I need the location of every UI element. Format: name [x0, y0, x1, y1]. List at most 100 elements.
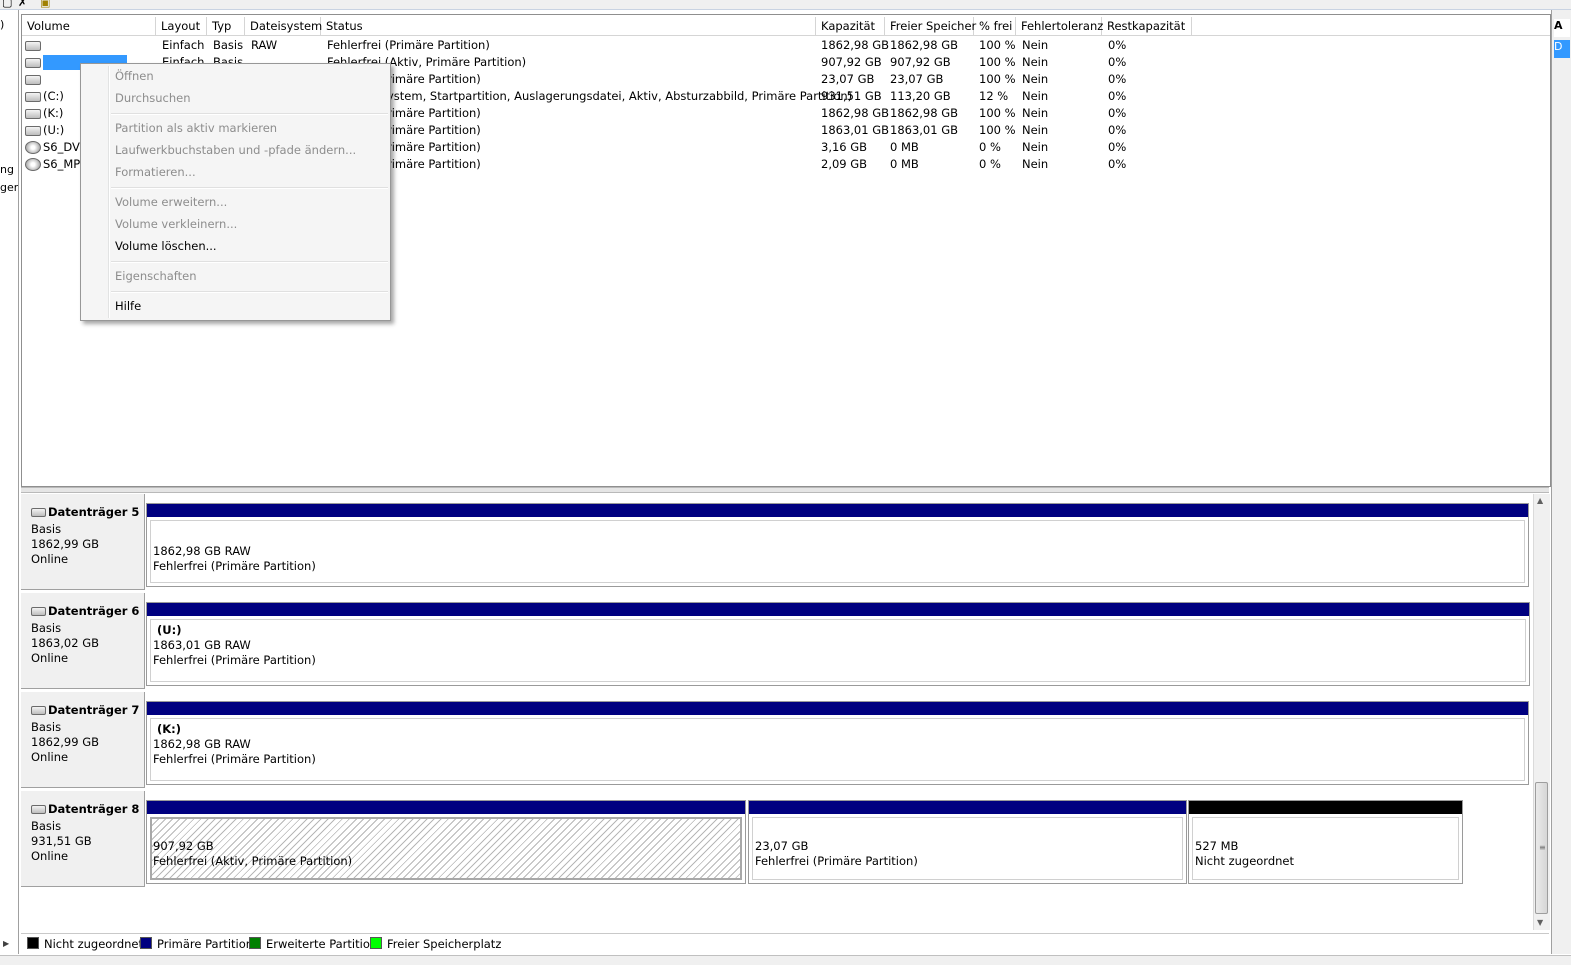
partition-block[interactable]: (K:) 1862,98 GB RAW Fehlerfrei (Primäre … — [146, 701, 1529, 785]
partition-body — [150, 520, 1525, 583]
disk-status: Online — [31, 849, 69, 863]
column-header-fehlertoleranz[interactable]: Fehlertoleranz — [1016, 17, 1103, 35]
menu-item-durchsuchen[interactable]: Durchsuchen — [115, 88, 191, 108]
disk-info[interactable]: Datenträger 5 Basis 1862,99 GB Online — [21, 494, 145, 590]
cell-kapazitaet: 1863,01 GB — [821, 123, 890, 137]
partition-type-bar — [1189, 801, 1462, 814]
cell-restkapazitaet: 0% — [1108, 55, 1127, 69]
cell-prozent-frei: 100 % — [979, 106, 1016, 120]
disk-type: Basis — [31, 621, 62, 635]
cell-fehlertoleranz: Nein — [1022, 38, 1049, 52]
column-header-volume[interactable]: Volume — [22, 17, 156, 35]
column-header-dateisystem[interactable]: Dateisystem — [245, 17, 322, 35]
partition-block[interactable]: 23,07 GB Fehlerfrei (Primäre Partition) — [748, 800, 1187, 884]
cell-fehlertoleranz: Nein — [1022, 157, 1049, 171]
disk-view-scrollbar[interactable]: ▲ ≡ ▼ — [1533, 494, 1550, 930]
cell-restkapazitaet: 0% — [1108, 89, 1127, 103]
cell-fehlertoleranz: Nein — [1022, 140, 1049, 154]
menu-item-formatieren[interactable]: Formatieren... — [115, 162, 196, 182]
legend-item: Freier Speicherplatz — [370, 937, 501, 951]
partition-state: Fehlerfrei (Aktiv, Primäre Partition) — [153, 854, 353, 868]
table-row[interactable]: Einfach Basis RAW Fehlerfrei (Primäre Pa… — [22, 37, 1550, 54]
partition-size: 23,07 GB — [755, 839, 809, 853]
disk-type: Basis — [31, 720, 62, 734]
partition-state: Fehlerfrei (Primäre Partition) — [153, 653, 316, 667]
hdd-icon — [25, 75, 41, 85]
pane-splitter[interactable] — [21, 487, 1549, 493]
cell-status: rimäre Partition) — [387, 106, 481, 120]
legend-label: Nicht zugeordnet — [44, 937, 144, 951]
legend-label: Primäre Partition — [157, 937, 254, 951]
back-icon[interactable]: ▢ — [2, 0, 12, 9]
disk-action-icon[interactable]: ▣ — [40, 0, 50, 9]
legend-label: Erweiterte Partition — [266, 937, 378, 951]
partition-state: Nicht zugeordnet — [1195, 854, 1295, 868]
menu-item-volume-verkleinern[interactable]: Volume verkleinern... — [115, 214, 237, 234]
cell-status: Fehlerfrei (Primäre Partition) — [327, 38, 490, 52]
cd-icon — [25, 141, 41, 154]
partition-type-bar — [147, 504, 1528, 517]
legend-bar: Nicht zugeordnet Primäre Partition Erwei… — [21, 933, 1549, 954]
toolbar: ▢ ✗ ▣ — [0, 0, 1571, 10]
cell-freier-speicher: 113,20 GB — [890, 89, 951, 103]
partition-letter: (U:) — [157, 623, 182, 637]
hdd-icon — [25, 126, 41, 136]
disk-title: Datenträger 7 — [31, 703, 139, 717]
menu-item-partition-aktiv[interactable]: Partition als aktiv markieren — [115, 118, 277, 138]
cell-freier-speicher: 1862,98 GB — [890, 106, 959, 120]
menu-separator — [111, 291, 388, 293]
column-header-freier-speicher[interactable]: Freier Speicher — [885, 17, 976, 35]
menu-item-volume-erweitern[interactable]: Volume erweitern... — [115, 192, 227, 212]
disk-size: 931,51 GB — [31, 834, 92, 848]
partition-block[interactable]: (U:) 1863,01 GB RAW Fehlerfrei (Primäre … — [146, 602, 1530, 686]
menu-item-volume-loeschen[interactable]: Volume löschen... — [115, 236, 217, 256]
disk-icon — [31, 805, 46, 814]
disk-info[interactable]: Datenträger 7 Basis 1862,99 GB Online — [21, 692, 145, 788]
actions-item[interactable]: D — [1554, 40, 1570, 58]
unallocated-block[interactable]: 527 MB Nicht zugeordnet — [1188, 800, 1463, 884]
cell-kapazitaet: 1862,98 GB — [821, 106, 890, 120]
tree-fragment: ) — [0, 18, 5, 31]
disk-title: Datenträger 6 — [31, 604, 139, 618]
cell-restkapazitaet: 0% — [1108, 140, 1127, 154]
scrollbar-thumb[interactable]: ≡ — [1535, 782, 1548, 914]
cell-kapazitaet: 931,51 GB — [821, 89, 882, 103]
disk-title-text: Datenträger 7 — [48, 703, 140, 717]
partition-block-selected[interactable]: 907,92 GB Fehlerfrei (Aktiv, Primäre Par… — [146, 800, 746, 884]
menu-item-hilfe[interactable]: Hilfe — [115, 296, 141, 316]
disk-info[interactable]: Datenträger 6 Basis 1863,02 GB Online — [21, 593, 145, 689]
menu-separator — [111, 187, 388, 189]
cell-restkapazitaet: 0% — [1108, 123, 1127, 137]
scroll-up-icon[interactable]: ▲ — [1537, 496, 1543, 505]
menu-item-eigenschaften[interactable]: Eigenschaften — [115, 266, 197, 286]
pointer-icon[interactable]: ✗ — [18, 0, 27, 9]
partition-type-bar — [147, 702, 1528, 715]
disk-info[interactable]: Datenträger 8 Basis 931,51 GB Online — [21, 791, 145, 887]
disk-status: Online — [31, 750, 69, 764]
navigation-tree-pane: ) ng gen — [0, 10, 19, 954]
partition-state: Fehlerfrei (Primäre Partition) — [153, 752, 316, 766]
tree-fragment: ng — [0, 163, 14, 176]
partition-block[interactable]: 1862,98 GB RAW Fehlerfrei (Primäre Parti… — [146, 503, 1529, 587]
cell-freier-speicher: 907,92 GB — [890, 55, 951, 69]
partition-body — [150, 619, 1526, 682]
column-header-prozent-frei[interactable]: % frei — [974, 17, 1016, 35]
column-header-kapazitaet[interactable]: Kapazität — [816, 17, 885, 35]
menu-item-oeffnen[interactable]: Öffnen — [115, 66, 154, 86]
disk-size: 1862,99 GB — [31, 537, 100, 551]
menu-item-laufwerkbuchstaben[interactable]: Laufwerkbuchstaben und -pfade ändern... — [115, 140, 356, 160]
grip-icon: ≡ — [1539, 843, 1546, 852]
cell-freier-speicher: 1863,01 GB — [890, 123, 959, 137]
scroll-down-icon[interactable]: ▼ — [1537, 918, 1543, 927]
volume-name: (K:) — [43, 106, 64, 120]
disk-icon — [31, 706, 46, 715]
scroll-right-icon[interactable]: ▶ — [3, 939, 9, 948]
disk-size: 1862,99 GB — [31, 735, 100, 749]
column-header-typ[interactable]: Typ — [207, 17, 245, 35]
column-header-layout[interactable]: Layout — [156, 17, 207, 35]
column-header-restkapazitaet[interactable]: Restkapazität — [1102, 17, 1192, 35]
cell-kapazitaet: 2,09 GB — [821, 157, 868, 171]
disk-row: Datenträger 8 Basis 931,51 GB Online 907… — [21, 791, 1533, 888]
column-header-status[interactable]: Status — [321, 17, 816, 35]
cell-restkapazitaet: 0% — [1108, 106, 1127, 120]
